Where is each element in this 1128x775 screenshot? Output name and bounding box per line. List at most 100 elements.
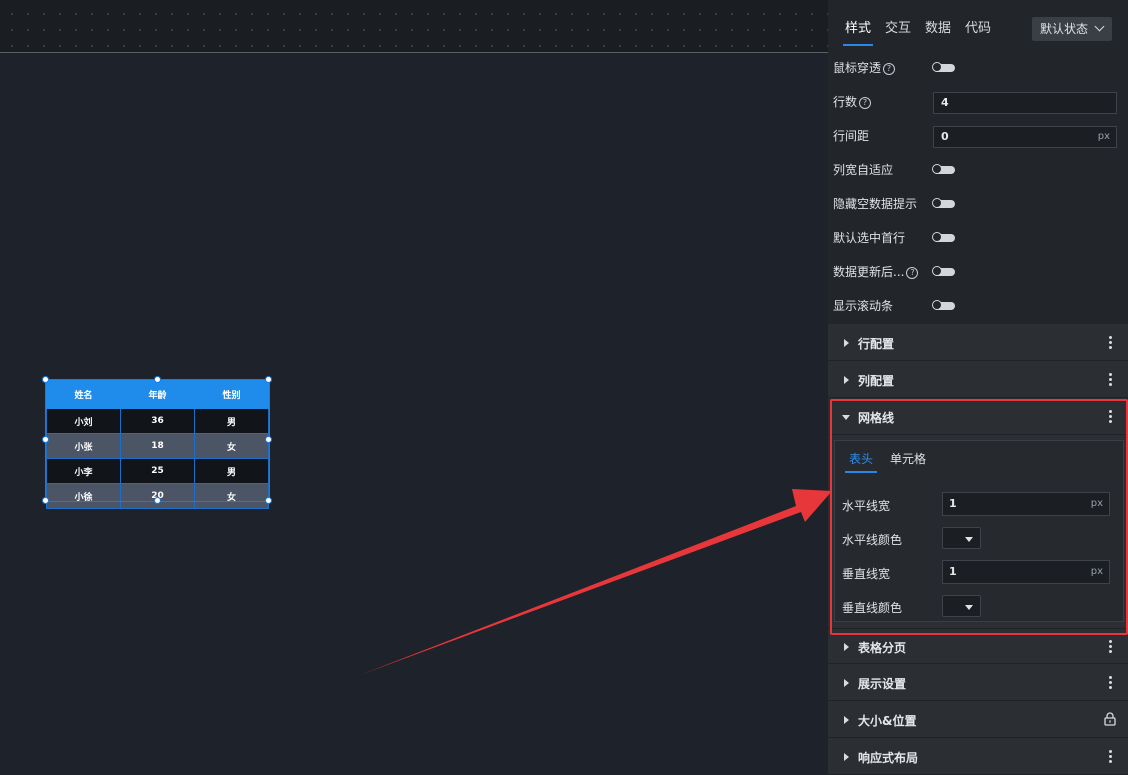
after-data-update-toggle[interactable] [932,266,955,276]
row-count-input[interactable]: 4 [933,92,1117,114]
unit-label: px [1090,498,1103,509]
more-icon[interactable] [1109,640,1112,654]
lock-icon[interactable] [1104,712,1116,726]
row-spacing-input[interactable]: 0 px [933,126,1117,148]
v-line-width-input[interactable]: 1 px [942,560,1110,584]
section-pagination[interactable]: 表格分页 [828,628,1128,664]
table-widget[interactable]: 姓名 年龄 性别 小刘 36 男 小张 18 女 小李 25 男 小徐 20 女 [42,376,272,509]
section-title: 网格线 [858,411,895,425]
caret-right-icon [844,679,849,687]
section-display[interactable]: 展示设置 [828,665,1128,701]
section-title: 展示设置 [858,677,907,691]
resize-handle-top[interactable] [154,376,161,383]
section-title: 行配置 [858,337,895,351]
select-first-row-toggle[interactable] [932,232,955,242]
hide-empty-tip-toggle[interactable] [932,198,955,208]
basic-properties: 鼠标穿透? 行数? 4 行间距 0 px 列宽自适应 隐藏空数据提示 默认选中首行… [828,48,1128,324]
more-icon[interactable] [1109,410,1112,424]
section-title: 列配置 [858,374,895,388]
tab-style[interactable]: 样式 [843,14,873,46]
table-header-row: 姓名 年龄 性别 [46,380,269,409]
col-auto-width-toggle[interactable] [932,164,955,174]
help-icon[interactable]: ? [906,267,919,279]
table-cell: 小张 [46,433,121,459]
help-icon[interactable]: ? [859,97,872,109]
resize-handle-bottom-right[interactable] [265,497,272,504]
unit-label: px [1090,566,1103,577]
state-dropdown[interactable]: 默认状态 [1032,17,1112,41]
section-size-position[interactable]: 大小&位置 [828,702,1128,738]
header-cell-age: 年龄 [120,380,195,409]
caret-right-icon [844,716,849,724]
subtab-header[interactable]: 表头 [844,451,878,473]
col-auto-width-label: 列宽自适应 [833,163,894,177]
table-row: 小张 18 女 [46,433,269,459]
section-row-config[interactable]: 行配置 [828,325,1128,361]
chevron-down-icon [1094,21,1105,32]
show-scrollbar-toggle[interactable] [932,300,955,310]
section-grid-lines[interactable]: 网格线 [828,399,1128,435]
v-line-color-label: 垂直线颜色 [842,601,903,615]
header-cell-name: 姓名 [46,380,121,409]
unit-label: px [1097,131,1110,142]
section-title: 响应式布局 [858,751,919,765]
h-line-width-input[interactable]: 1 px [942,492,1110,516]
table-row: 小刘 36 男 [46,408,269,434]
state-dropdown-value: 默认状态 [1040,22,1089,36]
table-cell: 小李 [46,458,121,484]
panel-tab-bar: 样式 交互 数据 代码 默认状态 [828,0,1128,48]
caret-right-icon [844,339,849,347]
help-icon[interactable]: ? [883,63,896,75]
tab-interaction[interactable]: 交互 [883,14,913,46]
table-cell: 小刘 [46,408,121,434]
section-title: 表格分页 [858,641,907,655]
canvas-ruler-strip [0,0,828,53]
section-col-config[interactable]: 列配置 [828,362,1128,398]
table-cell: 25 [120,458,195,484]
more-icon[interactable] [1109,676,1112,690]
h-line-color-label: 水平线颜色 [842,533,903,547]
data-table: 姓名 年龄 性别 小刘 36 男 小张 18 女 小李 25 男 小徐 20 女 [46,380,269,509]
h-line-color-picker[interactable] [942,527,981,549]
more-icon[interactable] [1109,373,1112,387]
table-row: 小徐 20 女 [46,483,269,509]
section-responsive[interactable]: 响应式布局 [828,739,1128,775]
more-icon[interactable] [1109,750,1112,764]
resize-handle-right[interactable] [265,436,272,443]
table-cell: 18 [120,433,195,459]
v-line-color-picker[interactable] [942,595,981,617]
section-title: 大小&位置 [858,714,917,728]
resize-handle-bottom[interactable] [154,497,161,504]
caret-down-icon [842,415,850,420]
table-cell: 36 [120,408,195,434]
tab-data[interactable]: 数据 [923,14,953,46]
hide-empty-tip-label: 隐藏空数据提示 [833,197,918,211]
caret-right-icon [844,643,849,651]
grid-lines-settings: 表头 单元格 水平线宽 1 px 水平线颜色 垂直线宽 1 px 垂直线颜色 [834,440,1124,622]
resize-handle-left[interactable] [42,436,49,443]
row-count-label: 行数? [833,94,872,110]
table-cell: 20 [120,483,195,509]
mouse-through-label: 鼠标穿透? [833,60,896,76]
select-first-row-label: 默认选中首行 [833,231,906,245]
after-data-update-label: 数据更新后...? [833,264,919,280]
mouse-through-toggle[interactable] [932,62,955,72]
property-panel: 样式 交互 数据 代码 默认状态 鼠标穿透? 行数? 4 行间距 0 px 列宽自… [828,0,1128,775]
more-icon[interactable] [1109,336,1112,350]
table-cell: 男 [194,408,269,434]
caret-right-icon [844,376,849,384]
table-cell: 小徐 [46,483,121,509]
caret-right-icon [844,753,849,761]
v-line-width-label: 垂直线宽 [842,567,891,581]
tab-code[interactable]: 代码 [963,14,993,46]
resize-handle-top-right[interactable] [265,376,272,383]
header-cell-gender: 性别 [194,380,269,409]
subtab-cell[interactable]: 单元格 [890,451,926,467]
row-spacing-label: 行间距 [833,129,870,143]
table-cell: 男 [194,458,269,484]
table-cell: 女 [194,433,269,459]
resize-handle-top-left[interactable] [42,376,49,383]
show-scrollbar-label: 显示滚动条 [833,299,894,313]
table-row: 小李 25 男 [46,458,269,484]
resize-handle-bottom-left[interactable] [42,497,49,504]
